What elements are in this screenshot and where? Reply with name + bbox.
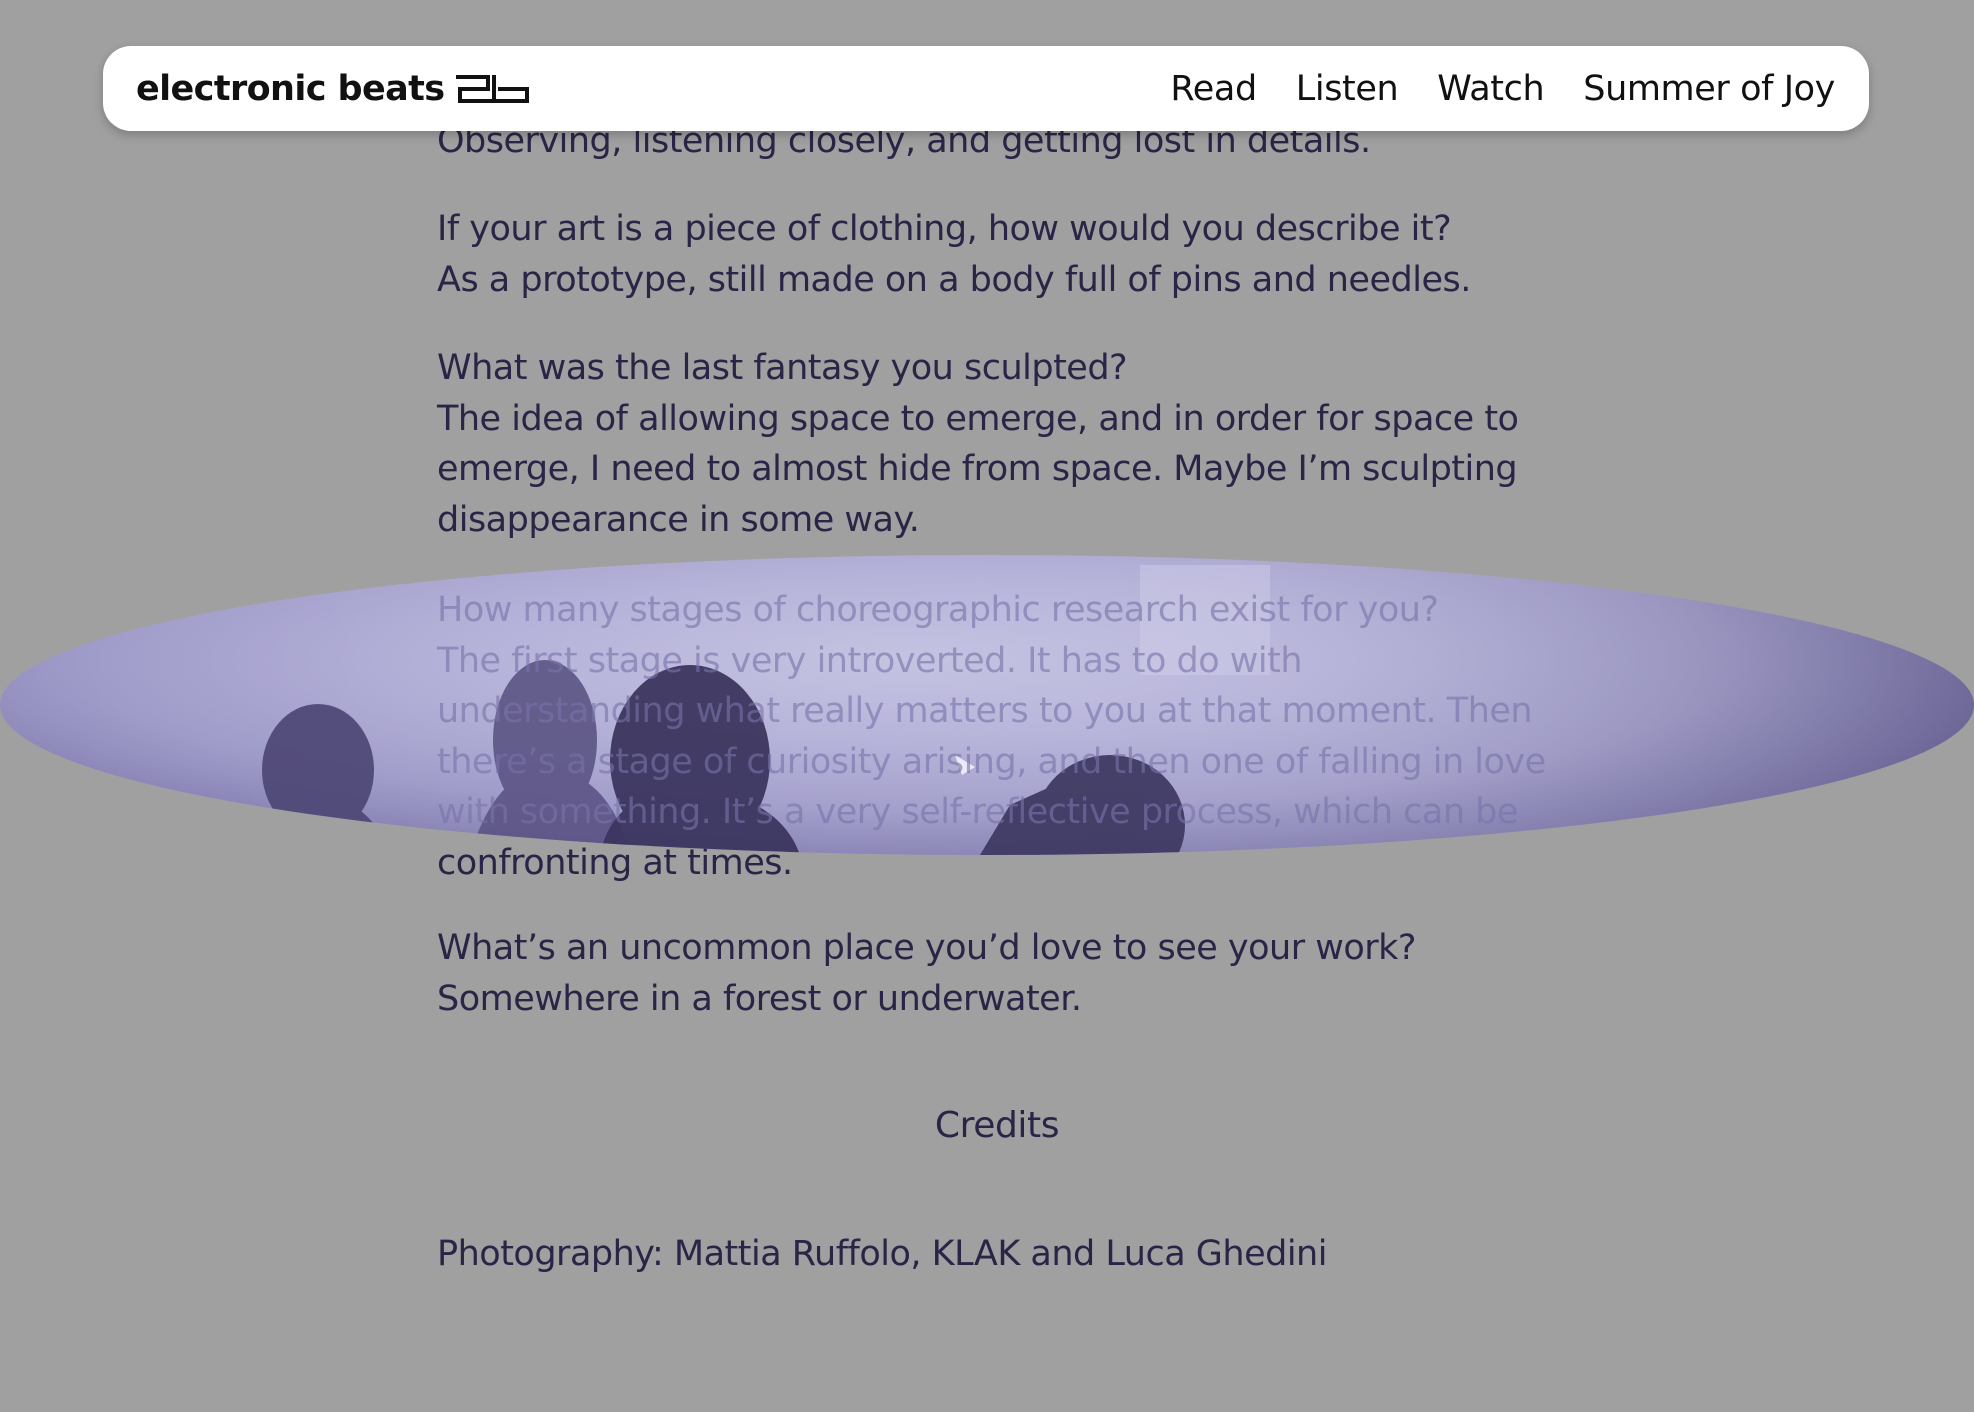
question-text: What’s an uncommon place you’d love to s…: [437, 928, 1417, 968]
nav-link-summer-of-joy[interactable]: Summer of Joy: [1583, 69, 1835, 109]
nav-link-watch[interactable]: Watch: [1437, 69, 1544, 109]
nav-link-listen[interactable]: Listen: [1296, 69, 1399, 109]
eb-logo-icon: [456, 75, 530, 103]
answer-text: emerge, I need to almost hide from space…: [437, 449, 1518, 489]
answer-text: Somewhere in a forest or underwater.: [437, 978, 1082, 1019]
ellipse-photo: How many stages of choreographic researc…: [0, 555, 1974, 855]
nav-link-read[interactable]: Read: [1170, 69, 1257, 109]
main-nav: Read Listen Watch Summer of Joy: [1170, 64, 1835, 114]
credits-heading: Credits: [934, 1105, 1060, 1146]
question-text: If your art is a piece of clothing, how …: [437, 209, 1452, 249]
credits-photography: Photography: Mattia Ruffolo, KLAK and Lu…: [437, 1234, 1327, 1274]
qa-block: If your art is a piece of clothing, how …: [437, 204, 1557, 305]
site-header: electronic beats Read Listen Watch Summe…: [103, 46, 1869, 131]
answer-text: disappearance in some way.: [437, 499, 920, 540]
photo-silhouettes: [0, 555, 1974, 855]
answer-text: The idea of allowing space to emerge, an…: [437, 398, 1519, 439]
qa-block: What was the last fantasy you sculpted? …: [437, 343, 1557, 545]
brand-name: electronic beats: [136, 69, 445, 109]
answer-text: As a prototype, still made on a body ful…: [437, 259, 1471, 300]
brand-logo-link[interactable]: electronic beats: [136, 64, 530, 114]
qa-block: What’s an uncommon place you’d love to s…: [437, 923, 1557, 1024]
question-text: What was the last fantasy you sculpted?: [437, 348, 1128, 388]
